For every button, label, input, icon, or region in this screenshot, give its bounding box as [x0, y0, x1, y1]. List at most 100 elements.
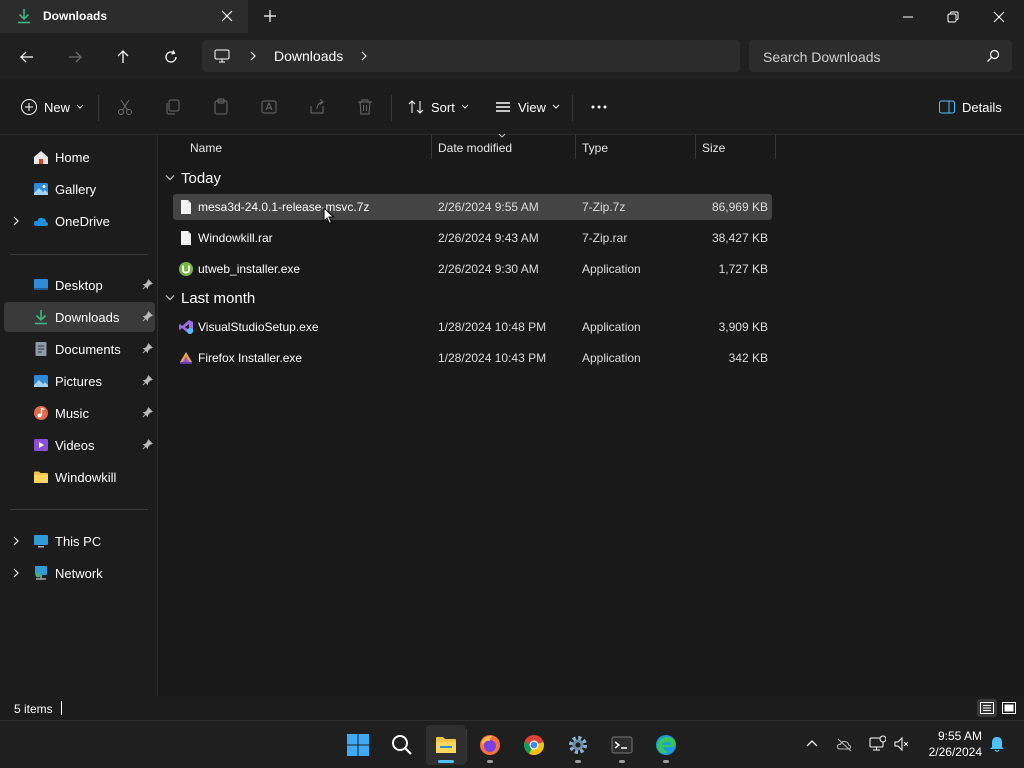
clock-time[interactable]: 9:55 AM	[932, 729, 982, 743]
sidebar-item-videos[interactable]: Videos	[4, 430, 155, 460]
settings-taskbar-button[interactable]	[558, 725, 598, 765]
details-button[interactable]: Details	[938, 95, 1002, 119]
chrome-taskbar-button[interactable]	[514, 725, 554, 765]
rename-button[interactable]	[260, 95, 278, 119]
minimize-button[interactable]	[885, 0, 931, 33]
sidebar-item-downloads[interactable]: Downloads	[4, 302, 155, 332]
details-view-button[interactable]	[977, 699, 997, 717]
file-date: 2/26/2024 9:43 AM	[438, 231, 539, 245]
sidebar-item-pictures[interactable]: Pictures	[4, 366, 155, 396]
onedrive-offline-icon[interactable]	[836, 735, 854, 753]
pictures-icon	[34, 375, 48, 387]
search-taskbar-button[interactable]	[382, 725, 422, 765]
terminal-taskbar-button[interactable]	[602, 725, 642, 765]
start-button[interactable]	[338, 725, 378, 765]
sidebar-item-windowkill[interactable]: Windowkill	[4, 462, 155, 492]
copy-button[interactable]	[164, 95, 182, 119]
pin-icon[interactable]	[142, 311, 153, 322]
file-row[interactable]: VisualStudioSetup.exe 1/28/2024 10:48 PM…	[173, 314, 772, 340]
pin-icon[interactable]	[142, 375, 153, 386]
sidebar-item-onedrive[interactable]: OneDrive	[4, 206, 155, 236]
tiles-view-button[interactable]	[999, 699, 1019, 717]
sidebar-item-gallery[interactable]: Gallery	[4, 174, 155, 204]
sidebar-item-desktop[interactable]: Desktop	[4, 270, 155, 300]
pin-icon[interactable]	[142, 439, 153, 450]
sidebar-item-documents[interactable]: Documents	[4, 334, 155, 364]
pin-icon[interactable]	[142, 407, 153, 418]
details-pane-icon	[939, 100, 955, 114]
sidebar-item-label: Music	[55, 406, 89, 421]
notification-bell-icon[interactable]	[989, 735, 1005, 753]
folder-icon	[34, 471, 48, 483]
up-button[interactable]	[109, 43, 137, 71]
address-bar[interactable]: Downloads	[202, 40, 740, 72]
back-button[interactable]	[13, 43, 41, 71]
chevron-right-icon[interactable]	[12, 535, 20, 547]
column-header-name[interactable]: Name	[159, 135, 431, 161]
refresh-button[interactable]	[157, 43, 185, 71]
column-date-label: Date modified	[438, 141, 513, 155]
group-header-last-month[interactable]: Last month	[165, 287, 255, 309]
network-status-icon[interactable]	[868, 735, 886, 753]
firefox-taskbar-button[interactable]	[470, 725, 510, 765]
chevron-right-icon[interactable]	[12, 567, 20, 579]
plus-circle-icon	[21, 99, 37, 115]
clock-date[interactable]: 2/26/2024	[922, 745, 982, 759]
sidebar-item-label: Windowkill	[55, 470, 117, 485]
file-size: 342 KB	[728, 351, 768, 365]
chevron-down-icon	[461, 104, 469, 109]
search-input[interactable]: Search Downloads	[763, 49, 881, 65]
chevron-right-icon[interactable]	[12, 215, 20, 227]
search-box[interactable]: Search Downloads	[749, 40, 1012, 72]
cut-button[interactable]	[116, 95, 134, 119]
tab-downloads[interactable]: Downloads	[0, 0, 248, 33]
file-explorer-taskbar-button[interactable]	[426, 725, 466, 765]
sidebar-item-music[interactable]: Music	[4, 398, 155, 428]
column-divider[interactable]	[775, 135, 776, 159]
chevron-right-icon[interactable]	[248, 50, 258, 62]
sidebar-item-network[interactable]: Network	[4, 558, 155, 588]
group-header-today[interactable]: Today	[165, 167, 221, 189]
volume-muted-icon[interactable]	[893, 735, 911, 753]
chevron-up-icon[interactable]	[806, 739, 818, 747]
file-row[interactable]: utweb_installer.exe 2/26/2024 9:30 AM Ap…	[173, 256, 772, 282]
utorrent-icon	[179, 262, 193, 276]
pc-icon	[34, 535, 48, 548]
file-row[interactable]: Firefox Installer.exe 1/28/2024 10:43 PM…	[173, 345, 772, 371]
column-header-date[interactable]: Date modified	[432, 133, 575, 161]
sidebar-item-home[interactable]: Home	[4, 142, 155, 172]
view-button[interactable]: View	[494, 95, 560, 119]
file-type: Application	[582, 262, 641, 276]
forward-button[interactable]	[61, 43, 89, 71]
sort-button[interactable]: Sort	[407, 95, 469, 119]
arrow-right-icon	[69, 51, 82, 63]
new-tab-icon[interactable]	[262, 8, 278, 24]
file-row[interactable]: mesa3d-24.0.1-release-msvc.7z 2/26/2024 …	[173, 194, 772, 220]
file-row[interactable]: Windowkill.rar 2/26/2024 9:43 AM 7-Zip.r…	[173, 225, 772, 251]
file-size: 3,909 KB	[718, 320, 768, 334]
pin-icon[interactable]	[142, 343, 153, 354]
share-button[interactable]	[308, 95, 326, 119]
minimize-icon	[903, 16, 913, 17]
restore-button[interactable]	[930, 0, 976, 33]
sidebar-item-this-pc[interactable]: This PC	[4, 526, 155, 556]
divider	[98, 95, 99, 121]
edge-taskbar-button[interactable]	[646, 725, 686, 765]
file-date: 1/28/2024 10:48 PM	[438, 320, 547, 334]
more-options-button[interactable]	[590, 95, 608, 119]
paste-button[interactable]	[212, 95, 230, 119]
chevron-right-icon[interactable]	[359, 50, 369, 62]
close-tab-icon[interactable]	[219, 8, 235, 24]
close-window-button[interactable]	[976, 0, 1022, 33]
sidebar-item-label: Network	[55, 566, 103, 581]
navigation-bar: Downloads Search Downloads	[0, 33, 1024, 79]
file-icon	[181, 231, 191, 245]
item-count: 5 items	[14, 702, 53, 716]
new-button[interactable]: New	[20, 95, 84, 119]
delete-button[interactable]	[356, 95, 374, 119]
breadcrumb-downloads[interactable]: Downloads	[274, 48, 343, 64]
column-header-type[interactable]: Type	[576, 135, 695, 161]
pin-icon[interactable]	[142, 279, 153, 290]
column-header-size[interactable]: Size	[696, 135, 775, 161]
documents-icon	[35, 342, 47, 356]
